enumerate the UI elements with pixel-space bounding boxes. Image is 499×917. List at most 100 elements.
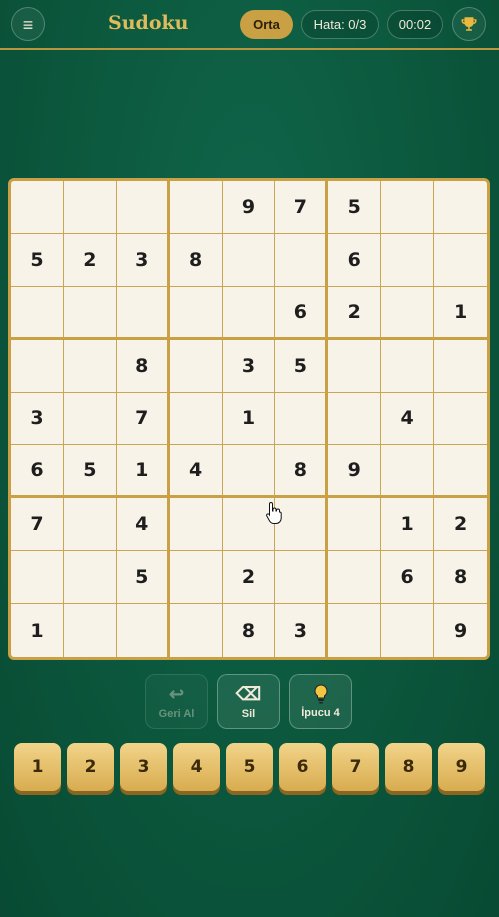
sudoku-cell[interactable]: 5 <box>11 233 64 287</box>
sudoku-cell[interactable]: 1 <box>11 604 64 657</box>
sudoku-cell[interactable] <box>63 286 117 340</box>
sudoku-cell[interactable]: 3 <box>11 392 64 446</box>
sudoku-cell[interactable] <box>434 445 487 499</box>
sudoku-cell[interactable] <box>381 286 435 340</box>
sudoku-cell[interactable] <box>63 181 117 234</box>
sudoku-cell[interactable]: 8 <box>116 339 170 393</box>
number-button-1[interactable]: 1 <box>14 743 61 791</box>
error-counter: Hata: 0/3 <box>301 10 379 39</box>
number-button-3[interactable]: 3 <box>120 743 167 791</box>
sudoku-cell[interactable] <box>275 498 329 552</box>
sudoku-cell[interactable]: 7 <box>116 392 170 446</box>
menu-button[interactable]: ≡ <box>11 7 45 41</box>
sudoku-cell[interactable] <box>275 233 329 287</box>
sudoku-cell[interactable]: 7 <box>275 181 329 234</box>
sudoku-cell[interactable] <box>328 604 382 657</box>
sudoku-cell[interactable]: 2 <box>328 286 382 340</box>
sudoku-cell[interactable]: 2 <box>222 551 276 605</box>
sudoku-cell[interactable] <box>275 551 329 605</box>
sudoku-cell[interactable] <box>11 551 64 605</box>
sudoku-cell[interactable] <box>434 181 487 234</box>
sudoku-cell[interactable] <box>116 181 170 234</box>
sudoku-cell[interactable]: 5 <box>116 551 170 605</box>
sudoku-cell[interactable]: 9 <box>328 445 382 499</box>
timer: 00:02 <box>387 10 443 39</box>
sudoku-cell[interactable] <box>64 604 117 657</box>
number-button-8[interactable]: 8 <box>385 743 432 791</box>
sudoku-cell[interactable] <box>169 498 223 552</box>
number-button-2[interactable]: 2 <box>67 743 114 791</box>
sudoku-cell[interactable] <box>328 498 382 552</box>
sudoku-cell[interactable] <box>169 339 223 393</box>
menu-icon: ≡ <box>22 15 34 35</box>
sudoku-cell[interactable] <box>11 339 64 393</box>
sudoku-cell[interactable] <box>11 286 64 340</box>
sudoku-cell[interactable]: 5 <box>63 445 117 499</box>
sudoku-cell[interactable]: 1 <box>116 445 170 499</box>
sudoku-cell[interactable] <box>63 498 117 552</box>
delete-button[interactable]: ⌫ Sil <box>217 674 280 729</box>
sudoku-cell[interactable] <box>169 286 223 340</box>
sudoku-cell[interactable]: 3 <box>275 604 329 657</box>
sudoku-cell[interactable]: 5 <box>275 339 329 393</box>
sudoku-cell[interactable] <box>434 234 487 287</box>
sudoku-cell[interactable] <box>381 339 435 393</box>
sudoku-cell[interactable] <box>222 286 276 340</box>
sudoku-cell[interactable]: 9 <box>222 181 276 234</box>
sudoku-cell[interactable]: 8 <box>275 445 329 499</box>
trophy-button[interactable] <box>452 7 486 41</box>
sudoku-cell[interactable]: 4 <box>381 392 435 446</box>
sudoku-cell[interactable]: 9 <box>434 604 487 657</box>
number-button-4[interactable]: 4 <box>173 743 220 791</box>
difficulty-badge[interactable]: Orta <box>240 10 293 39</box>
hint-button[interactable]: İpucu 4 <box>289 674 352 729</box>
sudoku-cell[interactable] <box>381 445 435 499</box>
sudoku-cell[interactable] <box>63 339 117 393</box>
sudoku-cell[interactable]: 3 <box>222 339 276 393</box>
sudoku-cell[interactable]: 2 <box>63 233 117 287</box>
sudoku-cell[interactable]: 1 <box>381 498 435 552</box>
sudoku-cell[interactable] <box>222 445 276 499</box>
sudoku-cell[interactable] <box>170 604 223 657</box>
sudoku-cell[interactable] <box>222 233 276 287</box>
sudoku-cell[interactable]: 3 <box>116 233 170 287</box>
sudoku-cell[interactable]: 6 <box>275 286 329 340</box>
sudoku-cell[interactable] <box>169 551 223 605</box>
sudoku-cell[interactable] <box>381 233 435 287</box>
sudoku-cell[interactable] <box>328 551 382 605</box>
sudoku-cell[interactable] <box>275 392 329 446</box>
number-button-7[interactable]: 7 <box>332 743 379 791</box>
sudoku-cell[interactable] <box>434 340 487 393</box>
sudoku-cell[interactable] <box>11 181 64 234</box>
sudoku-cell[interactable] <box>169 181 223 234</box>
number-button-5[interactable]: 5 <box>226 743 273 791</box>
sudoku-cell[interactable]: 2 <box>434 498 487 552</box>
sudoku-cell[interactable]: 6 <box>11 445 64 499</box>
undo-icon: ↩ <box>168 683 185 704</box>
sudoku-cell[interactable] <box>381 604 435 657</box>
number-button-6[interactable]: 6 <box>279 743 326 791</box>
sudoku-cell[interactable]: 6 <box>328 233 382 287</box>
number-button-9[interactable]: 9 <box>438 743 485 791</box>
sudoku-cell[interactable]: 8 <box>169 233 223 287</box>
sudoku-cell[interactable]: 8 <box>434 551 487 605</box>
sudoku-cell[interactable] <box>63 551 117 605</box>
sudoku-cell[interactable]: 4 <box>169 445 223 499</box>
undo-button[interactable]: ↩ Geri Al <box>145 674 208 729</box>
sudoku-cell[interactable]: 6 <box>381 551 435 605</box>
sudoku-cell[interactable] <box>63 392 117 446</box>
sudoku-cell[interactable] <box>328 339 382 393</box>
sudoku-cell[interactable]: 1 <box>434 287 487 340</box>
sudoku-cell[interactable] <box>169 392 223 446</box>
sudoku-cell[interactable] <box>117 604 170 657</box>
hand-cursor-icon <box>266 501 282 524</box>
sudoku-cell[interactable] <box>116 286 170 340</box>
sudoku-cell[interactable] <box>434 393 487 446</box>
sudoku-cell[interactable]: 7 <box>11 498 64 552</box>
sudoku-cell[interactable]: 5 <box>328 181 382 234</box>
sudoku-cell[interactable] <box>381 181 435 234</box>
sudoku-cell[interactable]: 4 <box>116 498 170 552</box>
sudoku-cell[interactable] <box>328 392 382 446</box>
sudoku-cell[interactable]: 1 <box>222 392 276 446</box>
sudoku-cell[interactable]: 8 <box>223 604 276 657</box>
